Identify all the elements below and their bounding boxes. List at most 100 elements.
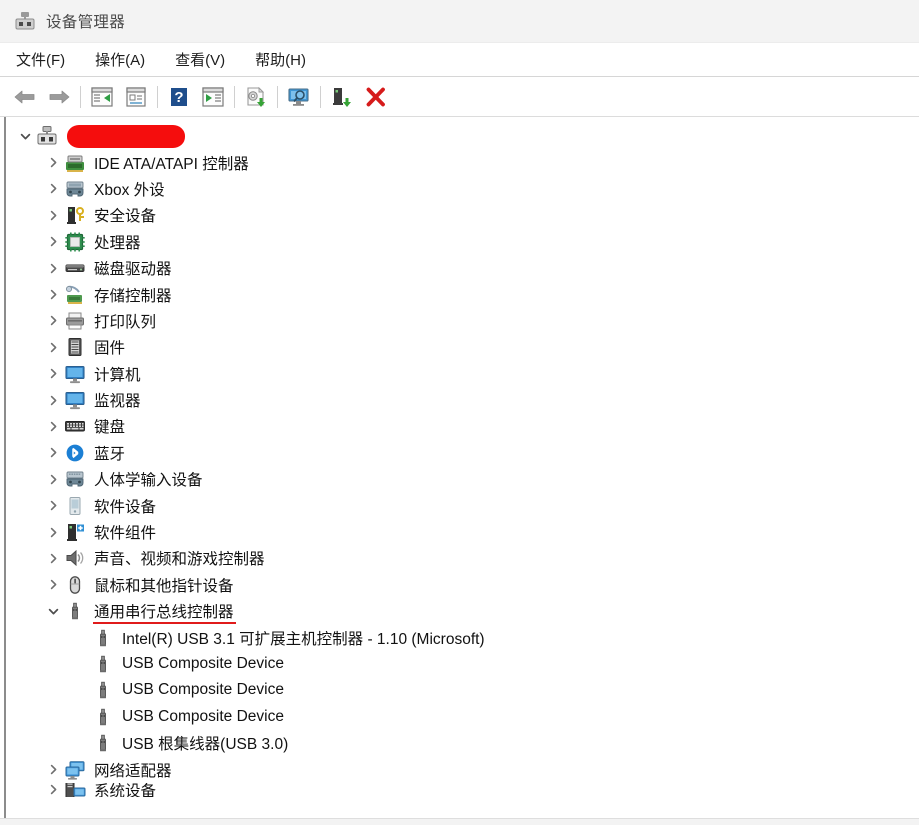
menu-view[interactable]: 查看(V)	[173, 47, 227, 72]
toolbar-back[interactable]	[8, 81, 42, 113]
tree-item-storage-controller[interactable]: 存储控制器	[6, 281, 919, 307]
menu-action[interactable]: 操作(A)	[93, 47, 147, 72]
toolbar-separator-2	[157, 85, 158, 108]
toolbar-properties[interactable]	[119, 81, 153, 113]
tree-item-label: 人体学输入设备	[94, 472, 203, 490]
tree-item-disk-drive[interactable]: 磁盘驱动器	[6, 255, 919, 281]
sound-video-game-icon	[64, 548, 86, 568]
menu-help[interactable]: 帮助(H)	[253, 47, 308, 72]
toolbar-action-pane[interactable]	[196, 81, 230, 113]
chevron-right-icon[interactable]	[42, 361, 64, 387]
chevron-right-icon[interactable]	[42, 282, 64, 308]
tree-item-usb-root-hub-30[interactable]: USB 根集线器(USB 3.0)	[6, 730, 919, 756]
toolbar-separator-3	[234, 85, 235, 108]
tree-item-usb-controllers[interactable]: 通用串行总线控制器	[6, 598, 919, 625]
ide-controller-icon	[64, 153, 86, 173]
tree-item-label: 打印队列	[94, 313, 157, 331]
tree-item-intel-usb-31-host-controller[interactable]: Intel(R) USB 3.1 可扩展主机控制器 - 1.10 (Micros…	[6, 624, 919, 650]
usb-icon	[92, 680, 114, 700]
toolbar-forward[interactable]	[42, 81, 76, 113]
chevron-right-icon[interactable]	[42, 334, 64, 360]
chevron-right-icon[interactable]	[42, 572, 64, 598]
chevron-right-icon[interactable]	[42, 308, 64, 334]
tree-item-label: 网络适配器	[94, 762, 172, 780]
chevron-down-icon[interactable]	[42, 598, 64, 624]
window-bottom-edge	[0, 818, 919, 825]
tree-item-network-adapter[interactable]: 网络适配器	[6, 756, 919, 782]
tree-item-system-device[interactable]: 系统设备	[6, 782, 919, 797]
tree-root-computer[interactable]	[6, 123, 919, 149]
toolbar-enable-device[interactable]	[325, 81, 359, 113]
chevron-right-icon[interactable]	[42, 150, 64, 176]
chevron-down-icon[interactable]	[14, 123, 36, 149]
usb-icon	[92, 628, 114, 648]
tree-item-print-queue[interactable]: 打印队列	[6, 308, 919, 334]
device-manager-icon	[14, 11, 36, 31]
tree-item-hid[interactable]: 人体学输入设备	[6, 466, 919, 492]
tree-item-label: 系统设备	[94, 782, 157, 797]
toolbar: ?	[0, 76, 919, 117]
chevron-right-icon[interactable]	[42, 466, 64, 492]
tree-item-label: USB Composite Device	[122, 655, 284, 672]
chevron-right-icon[interactable]	[42, 440, 64, 466]
tree-item-bluetooth[interactable]: 蓝牙	[6, 440, 919, 466]
tree-item-label: 软件组件	[94, 525, 157, 543]
print-queue-icon	[64, 311, 86, 331]
toolbar-uninstall-device[interactable]	[359, 81, 393, 113]
bluetooth-icon	[64, 443, 86, 463]
tree-item-usb-composite-device-3[interactable]: USB Composite Device	[6, 704, 919, 730]
tree-item-usb-composite-device-1[interactable]: USB Composite Device	[6, 651, 919, 677]
tree-item-processor[interactable]: 处理器	[6, 229, 919, 255]
tree-item-label: USB 根集线器(USB 3.0)	[122, 736, 289, 754]
tree-item-label: 处理器	[94, 234, 141, 252]
tree-item-xbox[interactable]: Xbox 外设	[6, 176, 919, 202]
tree-item-label: 磁盘驱动器	[94, 261, 172, 279]
tree-item-sound-video-game[interactable]: 声音、视频和游戏控制器	[6, 545, 919, 571]
chevron-right-icon[interactable]	[42, 255, 64, 281]
chevron-right-icon[interactable]	[42, 783, 64, 797]
chevron-right-icon[interactable]	[42, 202, 64, 228]
software-component-icon	[64, 522, 86, 542]
tree-item-security-device[interactable]: 安全设备	[6, 202, 919, 228]
software-device-icon	[64, 496, 86, 516]
chevron-right-icon[interactable]	[42, 519, 64, 545]
toolbar-console-tree[interactable]	[85, 81, 119, 113]
toolbar-scan-hardware[interactable]	[282, 81, 316, 113]
chevron-right-icon[interactable]	[42, 229, 64, 255]
show-hide-console-tree-icon	[90, 86, 114, 108]
chevron-right-icon[interactable]	[42, 757, 64, 783]
hid-icon	[64, 469, 86, 489]
tree-item-keyboard[interactable]: 键盘	[6, 413, 919, 439]
toolbar-update-driver[interactable]	[239, 81, 273, 113]
chevron-right-icon[interactable]	[42, 413, 64, 439]
tree-item-label: 通用串行总线控制器	[93, 600, 236, 625]
content-area: IDE ATA/ATAPI 控制器 Xbox 外设 安全设备处理器磁盘驱动器存储控制…	[0, 117, 919, 825]
chevron-right-icon[interactable]	[42, 387, 64, 413]
svg-text:?: ?	[174, 89, 183, 106]
device-tree[interactable]: IDE ATA/ATAPI 控制器 Xbox 外设 安全设备处理器磁盘驱动器存储控制…	[6, 117, 919, 825]
toolbar-help[interactable]: ?	[162, 81, 196, 113]
tree-item-mouse[interactable]: 鼠标和其他指针设备	[6, 572, 919, 598]
forward-arrow-icon	[47, 87, 71, 107]
chevron-right-icon[interactable]	[42, 545, 64, 571]
security-device-icon	[64, 205, 86, 225]
redacted-computer-name	[68, 125, 184, 147]
tree-item-label: 监视器	[94, 393, 141, 411]
title-bar: 设备管理器	[0, 0, 919, 43]
menu-file[interactable]: 文件(F)	[14, 47, 67, 72]
toolbar-separator-1	[80, 85, 81, 108]
tree-item-ide-ata-atapi[interactable]: IDE ATA/ATAPI 控制器	[6, 149, 919, 175]
back-arrow-icon	[13, 87, 37, 107]
tree-item-computer[interactable]: 计算机	[6, 361, 919, 387]
tree-item-software-component[interactable]: 软件组件	[6, 519, 919, 545]
network-adapter-icon	[64, 760, 86, 780]
processor-icon	[64, 232, 86, 252]
tree-item-software-device[interactable]: 软件设备	[6, 492, 919, 518]
update-driver-icon	[244, 86, 268, 108]
chevron-right-icon[interactable]	[42, 493, 64, 519]
tree-item-label: IDE ATA/ATAPI 控制器	[94, 155, 249, 173]
tree-item-firmware[interactable]: 固件	[6, 334, 919, 360]
chevron-right-icon[interactable]	[42, 176, 64, 202]
tree-item-monitor[interactable]: 监视器	[6, 387, 919, 413]
tree-item-usb-composite-device-2[interactable]: USB Composite Device	[6, 677, 919, 703]
